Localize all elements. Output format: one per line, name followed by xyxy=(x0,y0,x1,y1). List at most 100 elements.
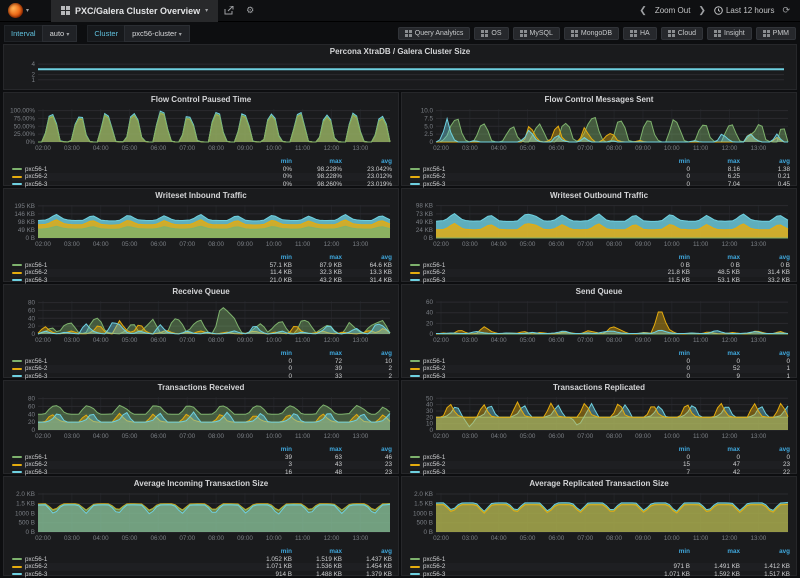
legend-series-pxc56-1[interactable]: pxc56-1 xyxy=(12,166,242,173)
legend-series-pxc56-3[interactable]: pxc56-3 xyxy=(410,571,640,578)
chart-area[interactable]: 02:0003:0004:0005:0006:0007:0008:0009:00… xyxy=(4,393,396,441)
legend-header-avg[interactable]: avg xyxy=(740,446,790,453)
legend-series-pxc56-3[interactable]: pxc56-3 xyxy=(12,571,242,578)
legend-header-min[interactable]: min xyxy=(242,158,292,165)
legend-header-max[interactable]: max xyxy=(690,158,740,165)
legend-header-max[interactable]: max xyxy=(292,350,342,357)
legend-header-max[interactable]: max xyxy=(690,446,740,453)
panel-title[interactable]: Writeset Outbound Traffic xyxy=(402,189,796,201)
legend-header-min[interactable]: min xyxy=(242,254,292,261)
panel-title[interactable]: Flow Control Messages Sent xyxy=(402,93,796,105)
legend-series-pxc56-3[interactable]: pxc56-3 xyxy=(12,277,242,284)
panel-title[interactable]: Average Replicated Transaction Size xyxy=(402,477,796,489)
legend-series-pxc56-2[interactable]: pxc56-2 xyxy=(12,173,242,180)
panel-title[interactable]: Writeset Inbound Traffic xyxy=(4,189,398,201)
legend-series-pxc56-1[interactable]: pxc56-1 xyxy=(12,262,242,269)
legend-series-pxc56-1[interactable]: pxc56-1 xyxy=(410,262,640,269)
legend-series-pxc56-1[interactable]: pxc56-1 xyxy=(410,556,640,563)
legend-header-max[interactable]: max xyxy=(690,254,740,261)
legend-series-pxc56-2[interactable]: pxc56-2 xyxy=(410,269,640,276)
share-icon[interactable] xyxy=(218,6,240,16)
legend-header-avg[interactable]: avg xyxy=(342,254,392,261)
legend-series-pxc56-2[interactable]: pxc56-2 xyxy=(410,563,640,570)
legend-series-pxc56-3[interactable]: pxc56-3 xyxy=(12,469,242,476)
nav-link-cloud[interactable]: Cloud xyxy=(661,27,703,40)
legend-series-pxc56-1[interactable]: pxc56-1 xyxy=(410,454,640,461)
nav-link-pmm[interactable]: PMM xyxy=(756,27,796,40)
zoom-out-button[interactable]: Zoom Out xyxy=(655,6,691,15)
zoom-out-left-icon[interactable]: ❮ xyxy=(639,5,647,16)
refresh-icon[interactable]: ⟳ xyxy=(782,5,790,16)
legend-series-pxc56-2[interactable]: pxc56-2 xyxy=(410,365,640,372)
interval-value-dropdown[interactable]: auto ▾ xyxy=(42,25,78,42)
chart-area[interactable]: 02:0003:0004:0005:0006:0007:0008:0009:00… xyxy=(402,297,794,345)
nav-link-os[interactable]: OS xyxy=(474,27,508,40)
legend-header-avg[interactable]: avg xyxy=(342,446,392,453)
legend-header-avg[interactable]: avg xyxy=(342,350,392,357)
nav-link-query-analytics[interactable]: Query Analytics xyxy=(398,27,471,40)
legend-series-pxc56-1[interactable]: pxc56-1 xyxy=(12,358,242,365)
chart-area[interactable]: 02:0003:0004:0005:0006:0007:0008:0009:00… xyxy=(402,489,794,543)
chart-area[interactable]: 02:0003:0004:0005:0006:0007:0008:0009:00… xyxy=(4,105,396,153)
panel-title[interactable]: Transactions Received xyxy=(4,381,398,393)
legend-series-pxc56-1[interactable]: pxc56-1 xyxy=(12,556,242,563)
legend-header-max[interactable]: max xyxy=(292,548,342,555)
dashboard-title-chip[interactable]: PXC/Galera Cluster Overview ▾ xyxy=(51,0,218,22)
legend-header-max[interactable]: max xyxy=(690,350,740,357)
legend-series-pxc56-2[interactable]: pxc56-2 xyxy=(12,461,242,468)
legend-series-pxc56-3[interactable]: pxc56-3 xyxy=(410,373,640,380)
chart-area[interactable]: 02:0003:0004:0005:0006:0007:0008:0009:00… xyxy=(4,201,396,249)
legend-header-avg[interactable]: avg xyxy=(342,158,392,165)
legend-header-min[interactable]: min xyxy=(242,548,292,555)
legend-series-pxc56-3[interactable]: pxc56-3 xyxy=(410,469,640,476)
legend-series-pxc56-3[interactable]: pxc56-3 xyxy=(12,373,242,380)
chart-area[interactable]: 02:0003:0004:0005:0006:0007:0008:0009:00… xyxy=(4,297,396,345)
grafana-menu[interactable]: ▾ xyxy=(0,3,37,18)
legend-series-pxc56-1[interactable]: pxc56-1 xyxy=(12,454,242,461)
legend-series-pxc56-3[interactable]: pxc56-3 xyxy=(410,277,640,284)
panel-title[interactable]: Send Queue xyxy=(402,285,796,297)
legend-header-min[interactable]: min xyxy=(640,548,690,555)
legend-header-min[interactable]: min xyxy=(640,446,690,453)
legend-series-pxc56-2[interactable]: pxc56-2 xyxy=(410,173,640,180)
legend-header-max[interactable]: max xyxy=(292,254,342,261)
legend-series-pxc56-1[interactable]: pxc56-1 xyxy=(410,166,640,173)
chart-area[interactable]: 02:0003:0004:0005:0006:0007:0008:0009:00… xyxy=(402,201,794,249)
zoom-out-right-icon[interactable]: ❯ xyxy=(698,5,706,16)
legend-header-min[interactable]: min xyxy=(242,446,292,453)
cluster-value-dropdown[interactable]: pxc56-cluster ▾ xyxy=(124,25,190,42)
legend-header-avg[interactable]: avg xyxy=(740,158,790,165)
legend-header-avg[interactable]: avg xyxy=(740,254,790,261)
legend-series-pxc56-2[interactable]: pxc56-2 xyxy=(12,365,242,372)
panel-title[interactable]: Receive Queue xyxy=(4,285,398,297)
legend-header-min[interactable]: min xyxy=(640,254,690,261)
legend-header-max[interactable]: max xyxy=(690,548,740,555)
gear-icon[interactable]: ⚙ xyxy=(240,5,260,16)
legend-series-pxc56-3[interactable]: pxc56-3 xyxy=(12,181,242,188)
nav-link-ha[interactable]: HA xyxy=(623,27,657,40)
time-range-picker[interactable]: Last 12 hours xyxy=(714,6,774,15)
chart-area[interactable]: 02:0003:0004:0005:0006:0007:0008:0009:00… xyxy=(402,393,794,441)
legend-series-pxc56-2[interactable]: pxc56-2 xyxy=(410,461,640,468)
legend-header-avg[interactable]: avg xyxy=(740,548,790,555)
panel-title[interactable]: Transactions Replicated xyxy=(402,381,796,393)
nav-link-mysql[interactable]: MySQL xyxy=(513,27,560,40)
nav-link-insight[interactable]: Insight xyxy=(707,27,752,40)
legend-series-pxc56-1[interactable]: pxc56-1 xyxy=(410,358,640,365)
nav-link-mongodb[interactable]: MongoDB xyxy=(564,27,619,40)
legend-header-min[interactable]: min xyxy=(640,350,690,357)
legend-header-min[interactable]: min xyxy=(640,158,690,165)
panel-title[interactable]: Average Incoming Transaction Size xyxy=(4,477,398,489)
chart-area[interactable]: 421 xyxy=(4,57,790,89)
panel-title[interactable]: Percona XtraDB / Galera Cluster Size xyxy=(4,45,796,57)
legend-header-avg[interactable]: avg xyxy=(342,548,392,555)
legend-series-pxc56-2[interactable]: pxc56-2 xyxy=(12,563,242,570)
legend-header-max[interactable]: max xyxy=(292,158,342,165)
legend-header-max[interactable]: max xyxy=(292,446,342,453)
chart-area[interactable]: 02:0003:0004:0005:0006:0007:0008:0009:00… xyxy=(4,489,396,543)
legend-header-min[interactable]: min xyxy=(242,350,292,357)
legend-header-avg[interactable]: avg xyxy=(740,350,790,357)
panel-title[interactable]: Flow Control Paused Time xyxy=(4,93,398,105)
legend-series-pxc56-3[interactable]: pxc56-3 xyxy=(410,181,640,188)
legend-series-pxc56-2[interactable]: pxc56-2 xyxy=(12,269,242,276)
